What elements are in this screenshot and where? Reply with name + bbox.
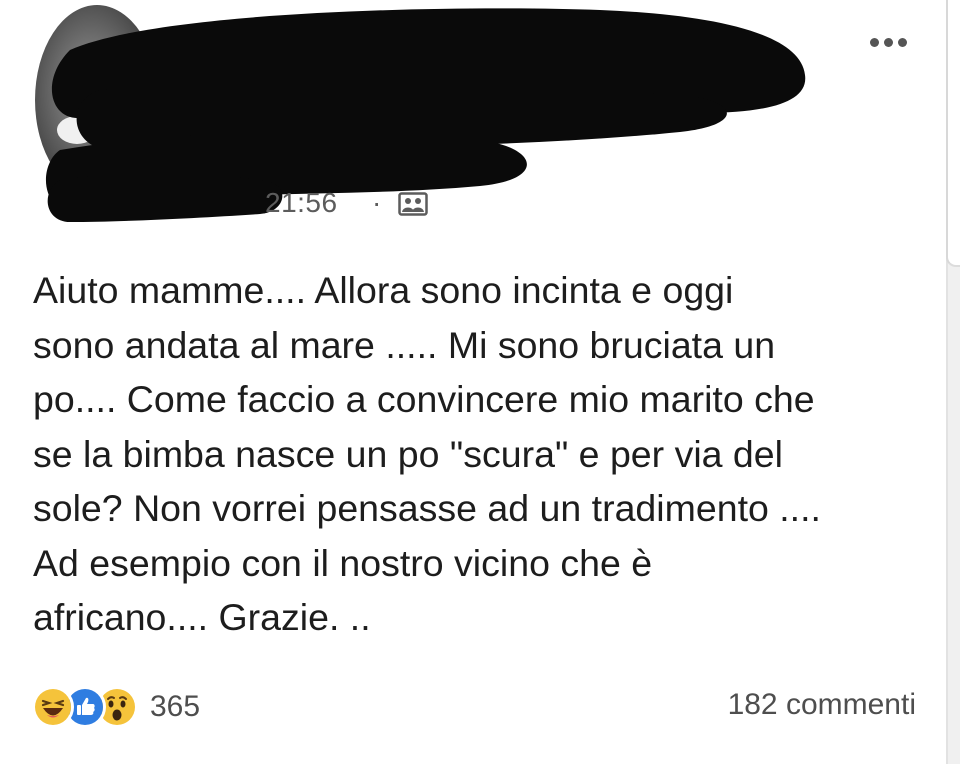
scrollbar-track[interactable] (946, 0, 960, 764)
post-card: 21:56 · Aiuto mamme.... Allora sono inci… (0, 0, 946, 764)
comments-count[interactable]: 182 commenti (728, 688, 916, 722)
friends-icon (398, 192, 428, 216)
post-text-line: sono andata al mare ..... Mi sono brucia… (33, 323, 776, 366)
adjacent-card-edge (946, 0, 960, 267)
reaction-count[interactable]: 365 (150, 690, 200, 724)
post-text-line: po.... Come faccio a convincere mio mari… (33, 378, 815, 420)
more-horizontal-icon[interactable] (862, 24, 914, 60)
post-text-line: se la bimba nasce un po "scura" e per vi… (33, 432, 783, 475)
name-redaction (45, 8, 806, 222)
post-timestamp[interactable]: 21:56 (265, 187, 338, 219)
post-text-line: Ad esempio con il nostro vicino che è (33, 541, 653, 584)
post-text-line: sole? Non vorrei pensasse ad un tradimen… (33, 487, 821, 529)
post-text-line: africano.... Grazie. .. (33, 596, 371, 638)
haha-icon (32, 686, 74, 728)
post-text: Aiuto mamme.... Allora sono incinta e og… (33, 263, 938, 645)
post-text-line: Aiuto mamme.... Allora sono incinta e og… (33, 269, 734, 311)
reactions-summary[interactable]: 365 (32, 684, 200, 730)
meta-separator: · (372, 187, 382, 218)
